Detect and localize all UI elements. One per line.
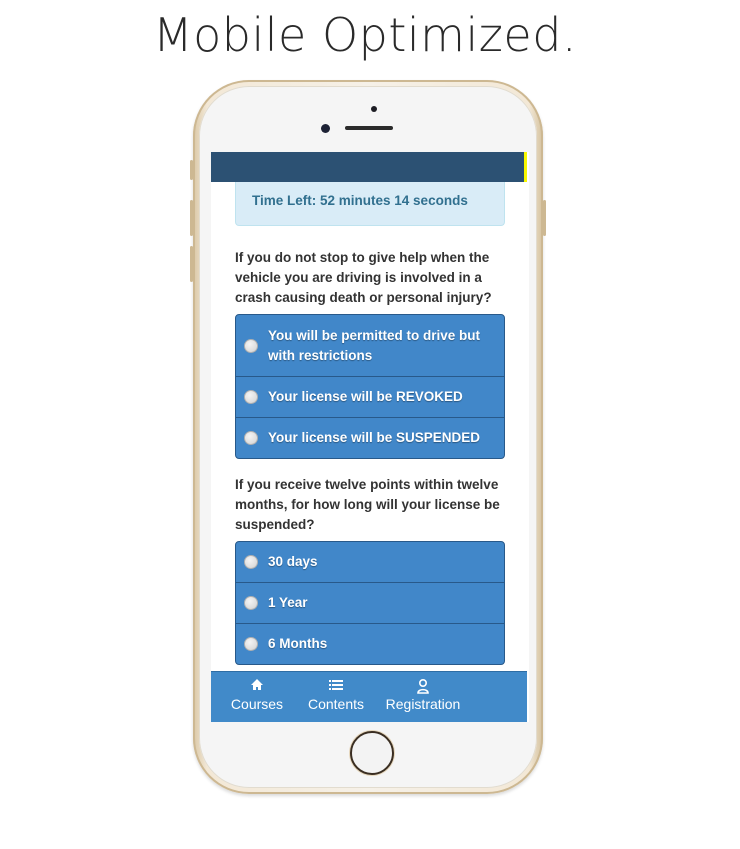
answer-label: 1 Year (268, 595, 308, 610)
home-button[interactable] (350, 731, 394, 775)
answer-label: You will be permitted to drive but with … (268, 327, 481, 363)
quiz-content: Time Left: 52 minutes 14 seconds If you … (235, 182, 505, 665)
answer-option[interactable]: 30 days (236, 542, 504, 582)
phone-power-button (543, 200, 546, 236)
phone-volume-down (190, 246, 193, 282)
time-left-alert: Time Left: 52 minutes 14 seconds (235, 182, 505, 226)
answer-label: Your license will be SUSPENDED (268, 430, 481, 445)
nav-label: Courses (230, 696, 284, 712)
home-icon (229, 678, 285, 694)
radio-button[interactable] (244, 390, 258, 404)
app-header-bar (211, 152, 527, 182)
nav-label: Contents (307, 696, 365, 712)
answer-label: Your license will be REVOKED (268, 389, 463, 404)
radio-button[interactable] (244, 431, 258, 445)
proximity-sensor (371, 106, 377, 112)
user-icon (383, 678, 463, 694)
radio-button[interactable] (244, 338, 258, 353)
answer-label: 6 Months (268, 636, 328, 651)
answer-option[interactable]: You will be permitted to drive but with … (236, 315, 504, 376)
phone-volume-up (190, 200, 193, 236)
answer-option[interactable]: 6 Months (236, 623, 504, 664)
answer-option[interactable]: Your license will be REVOKED (236, 376, 504, 417)
nav-item-courses[interactable]: Courses (229, 678, 285, 712)
nav-label: Registration (385, 696, 461, 712)
question-2-options: 30 days 1 Year 6 Months (235, 541, 505, 665)
header-accent-strip (524, 152, 527, 182)
front-camera (321, 124, 330, 133)
bottom-navigation: Courses Contents Registration (211, 671, 527, 722)
list-icon (306, 678, 366, 694)
phone-screen: Time Left: 52 minutes 14 seconds If you … (211, 152, 529, 722)
nav-item-contents[interactable]: Contents (306, 678, 366, 712)
page-headline: Mobile Optimized. (152, 8, 578, 62)
radio-button[interactable] (244, 637, 258, 651)
question-2-text: If you receive twelve points within twel… (235, 477, 500, 532)
answer-option[interactable]: Your license will be SUSPENDED (236, 417, 504, 458)
radio-button[interactable] (244, 555, 258, 569)
nav-item-registration[interactable]: Registration (383, 678, 463, 712)
phone-side-button (190, 160, 193, 180)
answer-option[interactable]: 1 Year (236, 582, 504, 623)
question-1-text: If you do not stop to give help when the… (235, 250, 492, 305)
radio-button[interactable] (244, 596, 258, 610)
earpiece-speaker (345, 126, 393, 130)
question-1-options: You will be permitted to drive but with … (235, 314, 505, 459)
answer-label: 30 days (268, 554, 318, 569)
